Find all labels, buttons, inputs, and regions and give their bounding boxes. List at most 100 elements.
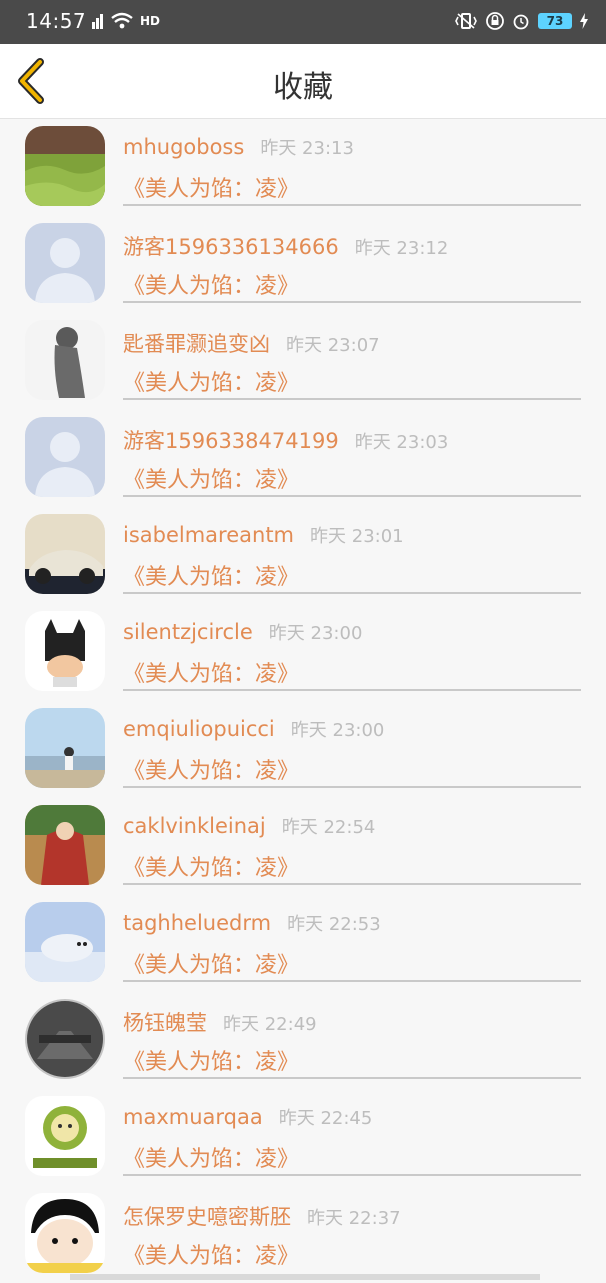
book-title[interactable]: 《美人为馅：凌》 — [123, 268, 299, 300]
favorite-item[interactable]: isabelmareantm 昨天 23:01 《美人为馅：凌》 — [0, 507, 606, 604]
cartoon-girl-avatar-icon — [25, 1193, 105, 1273]
username: 匙番罪灏追变凶 — [123, 332, 270, 356]
favorite-item[interactable]: 匙番罪灏追变凶 昨天 23:07 《美人为馅：凌》 — [0, 313, 606, 410]
charging-icon — [580, 13, 588, 29]
divider — [123, 980, 581, 982]
timestamp: 昨天 23:12 — [354, 238, 449, 259]
divider — [123, 1077, 581, 1079]
favorite-item[interactable]: taghheluedrm 昨天 22:53 《美人为馅：凌》 — [0, 895, 606, 992]
favorite-item[interactable]: 游客1596336134666 昨天 23:12 《美人为馅：凌》 — [0, 216, 606, 313]
avatar[interactable] — [25, 902, 105, 982]
batman-cartoon-avatar-icon — [25, 611, 105, 691]
timestamp: 昨天 23:00 — [268, 623, 363, 644]
avatar[interactable] — [25, 514, 105, 594]
vibrate-icon — [455, 13, 477, 29]
favorite-item[interactable]: maxmuarqaa 昨天 22:45 《美人为馅：凌》 — [0, 1089, 606, 1186]
favorites-list: mhugoboss 昨天 23:13 《美人为馅：凌》 游客15963361346… — [0, 119, 606, 1283]
status-time: 14:57 — [26, 9, 87, 33]
username: silentzjcircle — [123, 620, 253, 644]
timestamp: 昨天 23:07 — [286, 335, 380, 356]
book-title[interactable]: 《美人为馅：凌》 — [123, 947, 299, 979]
avatar[interactable] — [25, 611, 105, 691]
seal-pup-avatar-icon — [25, 902, 105, 982]
app-header: 收藏 — [0, 44, 606, 119]
signal-icon — [92, 14, 103, 29]
favorite-item[interactable]: silentzjcircle 昨天 23:00 《美人为馅：凌》 — [0, 604, 606, 701]
timestamp: 昨天 22:54 — [281, 817, 376, 838]
timestamp: 昨天 22:49 — [223, 1014, 317, 1035]
username: mhugoboss — [123, 135, 245, 159]
favorite-user: isabelmareantm 昨天 23:01 — [123, 522, 404, 548]
default-person-avatar-icon — [25, 223, 105, 303]
avatar[interactable] — [25, 999, 105, 1079]
favorite-item[interactable]: caklvinkleinaj 昨天 22:54 《美人为馅：凌》 — [0, 798, 606, 895]
divider — [123, 883, 581, 885]
divider — [123, 301, 581, 303]
divider — [123, 398, 581, 400]
book-title[interactable]: 《美人为馅：凌》 — [123, 1238, 299, 1270]
book-title[interactable]: 《美人为馅：凌》 — [123, 850, 299, 882]
sports-car-avatar-icon — [25, 514, 105, 594]
timestamp: 昨天 22:37 — [307, 1208, 401, 1229]
timestamp: 昨天 22:53 — [287, 914, 381, 935]
beach-person-avatar-icon — [25, 708, 105, 788]
divider — [123, 495, 581, 497]
favorite-user: 杨钰魄莹 昨天 22:49 — [123, 1007, 317, 1037]
timestamp: 昨天 23:01 — [310, 526, 404, 547]
divider — [123, 1174, 581, 1176]
timestamp: 昨天 23:13 — [260, 138, 354, 159]
avatar[interactable] — [25, 1096, 105, 1176]
bottom-scroll-indicator — [70, 1274, 540, 1280]
alarm-icon — [513, 14, 529, 30]
favorite-item[interactable]: 游客1596338474199 昨天 23:03 《美人为馅：凌》 — [0, 410, 606, 507]
username: 游客1596338474199 — [123, 429, 339, 453]
battery-indicator: 73 — [538, 13, 572, 29]
username: maxmuarqaa — [123, 1105, 263, 1129]
favorite-user: 游客1596336134666 昨天 23:12 — [123, 231, 448, 261]
favorite-user: 怎保罗史噫密斯胚 昨天 22:37 — [123, 1201, 401, 1231]
avatar[interactable] — [25, 126, 105, 206]
avatar[interactable] — [25, 1193, 105, 1273]
favorite-user: 匙番罪灏追变凶 昨天 23:07 — [123, 328, 380, 358]
book-title[interactable]: 《美人为馅：凌》 — [123, 559, 299, 591]
favorite-item[interactable]: mhugoboss 昨天 23:13 《美人为馅：凌》 — [0, 119, 606, 216]
default-person-avatar-icon — [25, 417, 105, 497]
book-title[interactable]: 《美人为馅：凌》 — [123, 1141, 299, 1173]
favorite-user: caklvinkleinaj 昨天 22:54 — [123, 813, 375, 839]
avatar[interactable] — [25, 417, 105, 497]
status-bar: 14:57 HD 73 — [0, 0, 606, 44]
favorite-item[interactable]: 怎保罗史噫密斯胚 昨天 22:37 《美人为馅：凌》 — [0, 1186, 606, 1283]
book-title[interactable]: 《美人为馅：凌》 — [123, 753, 299, 785]
status-left-icons: HD — [82, 12, 160, 30]
favorite-user: taghheluedrm 昨天 22:53 — [123, 910, 381, 936]
silhouette-girl-avatar-icon — [25, 320, 105, 400]
avatar[interactable] — [25, 805, 105, 885]
username: 怎保罗史噫密斯胚 — [123, 1205, 291, 1229]
book-title[interactable]: 《美人为馅：凌》 — [123, 462, 299, 494]
book-title[interactable]: 《美人为馅：凌》 — [123, 171, 299, 203]
divider — [123, 689, 581, 691]
divider — [123, 592, 581, 594]
status-right-icons: 73 — [454, 12, 588, 30]
username: caklvinkleinaj — [123, 814, 266, 838]
book-title[interactable]: 《美人为馅：凌》 — [123, 656, 299, 688]
favorite-user: silentzjcircle 昨天 23:00 — [123, 619, 362, 645]
username: isabelmareantm — [123, 523, 295, 547]
lock-icon — [486, 12, 504, 30]
avatar[interactable] — [25, 320, 105, 400]
favorite-user: 游客1596338474199 昨天 23:03 — [123, 425, 448, 455]
book-title[interactable]: 《美人为馅：凌》 — [123, 1044, 299, 1076]
username: taghheluedrm — [123, 911, 272, 935]
timestamp: 昨天 22:45 — [278, 1108, 373, 1129]
timestamp: 昨天 23:03 — [354, 432, 449, 453]
costume-figure-avatar-icon — [25, 805, 105, 885]
favorite-item[interactable]: emqiuliopuicci 昨天 23:00 《美人为馅：凌》 — [0, 701, 606, 798]
timestamp: 昨天 23:00 — [290, 720, 385, 741]
favorite-item[interactable]: 杨钰魄莹 昨天 22:49 《美人为馅：凌》 — [0, 992, 606, 1089]
book-title[interactable]: 《美人为馅：凌》 — [123, 365, 299, 397]
avatar[interactable] — [25, 708, 105, 788]
username: 杨钰魄莹 — [123, 1011, 207, 1035]
avatar[interactable] — [25, 223, 105, 303]
favorite-user: emqiuliopuicci 昨天 23:00 — [123, 716, 384, 742]
divider — [123, 786, 581, 788]
